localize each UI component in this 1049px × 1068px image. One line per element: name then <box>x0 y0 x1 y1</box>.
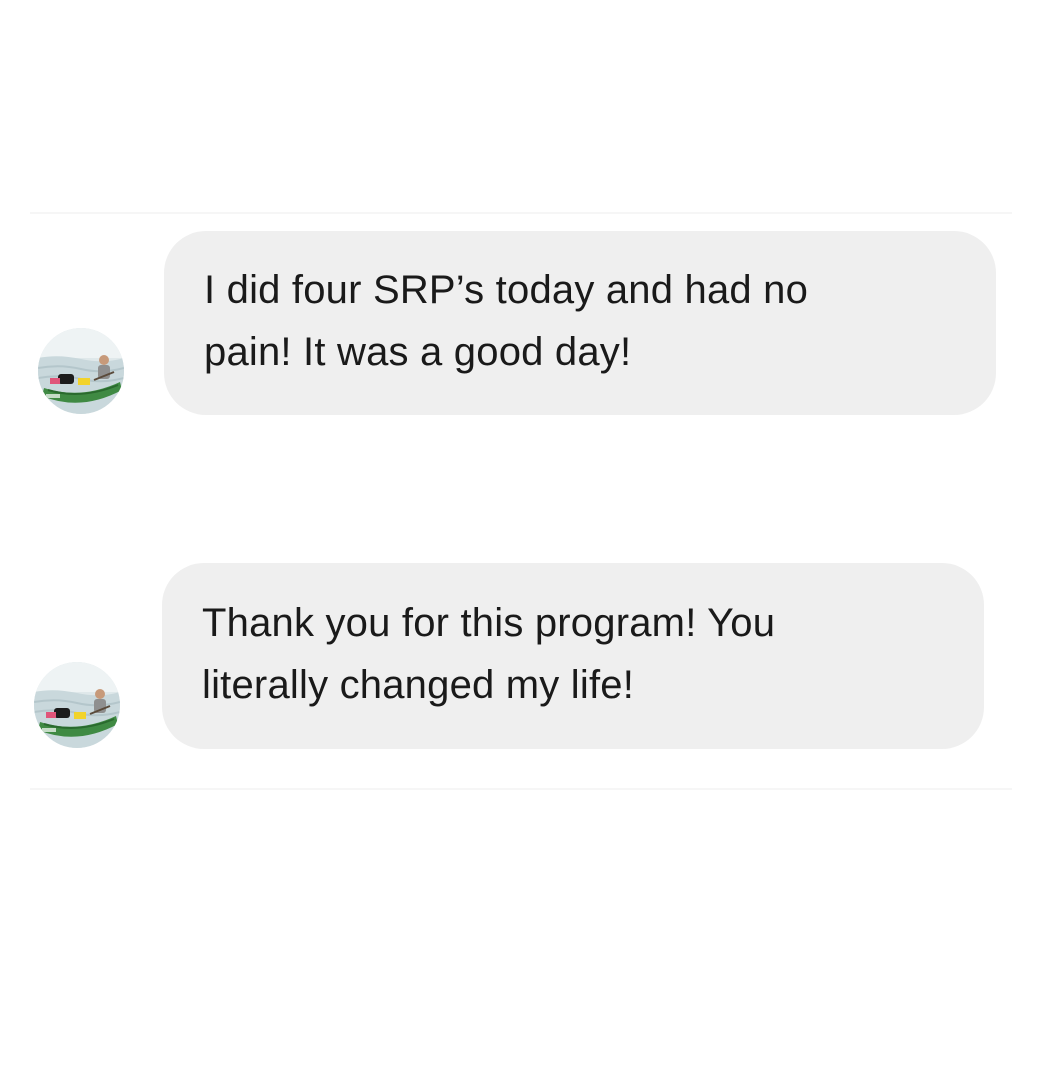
kayak-photo-avatar-icon <box>38 328 124 414</box>
avatar[interactable] <box>34 662 120 748</box>
message-bubble[interactable]: I did four SRP’s today and had no pain! … <box>164 231 996 415</box>
message-bubble[interactable]: Thank you for this program! You literall… <box>162 563 984 749</box>
message-text-line: Thank you for this program! You <box>202 601 776 645</box>
message-text-line: pain! It was a good day! <box>204 330 632 374</box>
avatar[interactable] <box>38 328 124 414</box>
message-text-line: I did four SRP’s today and had no <box>204 268 809 312</box>
message-text-line: literally changed my life! <box>202 663 635 707</box>
divider-top <box>30 212 1012 214</box>
kayak-photo-avatar-icon <box>34 662 120 748</box>
divider-bottom <box>30 788 1012 790</box>
